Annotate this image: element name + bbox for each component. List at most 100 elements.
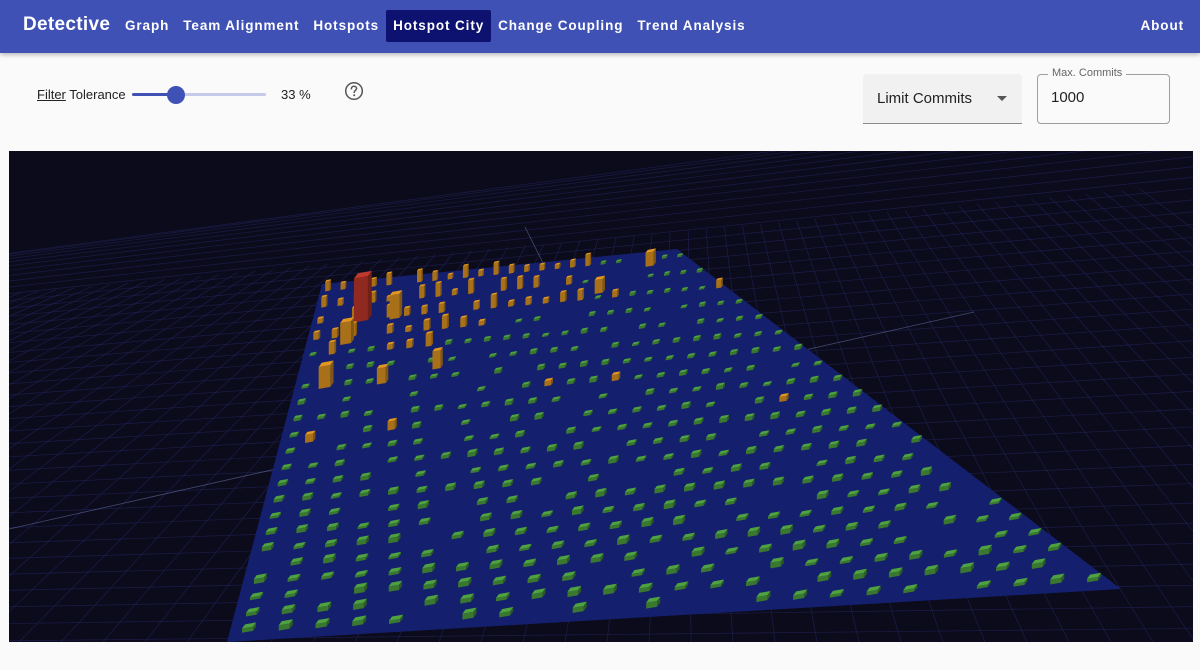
building-front [460, 317, 466, 328]
building-side [447, 313, 449, 329]
max-commits-field[interactable]: Max. Commits [1037, 67, 1170, 124]
grid-line [9, 292, 21, 298]
building-front [585, 254, 590, 267]
building-side [522, 274, 524, 289]
building-front [432, 350, 441, 370]
building-side [440, 347, 443, 369]
building-front [612, 290, 618, 298]
building-side [326, 294, 328, 307]
limit-commits-select[interactable]: Limit Commits [863, 74, 1022, 124]
building-front [451, 289, 457, 296]
building-front [500, 278, 506, 292]
building-front [525, 297, 531, 306]
building-side [329, 279, 332, 291]
building-front [716, 279, 722, 289]
building-front [462, 265, 468, 279]
app-title[interactable]: Detective [23, 14, 110, 36]
building-front [317, 318, 323, 324]
filter-label-rest: Tolerance [65, 87, 126, 102]
building-front [419, 285, 425, 299]
building-front [508, 265, 514, 274]
building-front [423, 319, 430, 331]
building-side [334, 339, 337, 354]
grid-line [9, 151, 960, 267]
building-front [406, 340, 413, 349]
nav-about[interactable]: About [1141, 10, 1184, 42]
building-side [390, 271, 393, 285]
building-front [594, 278, 603, 295]
nav-graph[interactable]: Graph [118, 10, 176, 42]
building-front [305, 433, 314, 443]
building-front [425, 333, 432, 347]
building-side [495, 292, 498, 308]
building-side [330, 360, 334, 387]
building-front [539, 264, 545, 271]
building-front [508, 301, 514, 307]
building-front [577, 289, 583, 301]
building-side [375, 290, 377, 303]
building-front [468, 279, 474, 295]
grid-line [9, 274, 219, 400]
help-circle-icon[interactable] [344, 81, 364, 101]
grid-line [9, 272, 237, 415]
hotspot-city-canvas[interactable] [9, 151, 1193, 642]
building-side [350, 317, 354, 344]
building-front [353, 276, 368, 323]
building-front [313, 332, 319, 341]
nav-trend-analysis[interactable]: Trend Analysis [630, 10, 752, 42]
nav-hotspot-city[interactable]: Hotspot City [386, 10, 492, 42]
building-side [505, 276, 508, 291]
nav-hotspots[interactable]: Hotspots [306, 10, 386, 42]
building-front [328, 341, 335, 355]
building-side [538, 274, 540, 288]
building-front [321, 296, 327, 308]
grid-line [1121, 190, 1193, 247]
building-side [582, 287, 585, 300]
building-front [533, 276, 539, 289]
building-front [386, 273, 391, 286]
building-front [386, 343, 393, 350]
building-front [371, 278, 376, 287]
tolerance-slider[interactable] [132, 85, 266, 105]
building-front [554, 264, 560, 270]
building-front [403, 307, 410, 317]
building-front [560, 291, 566, 303]
max-commits-input[interactable] [1051, 89, 1156, 106]
filter-tolerance-label: Filter Tolerance [37, 87, 126, 102]
building-front [386, 324, 393, 334]
building-front [570, 260, 575, 268]
building-front [337, 299, 343, 307]
building-side [431, 330, 434, 346]
building-front [611, 373, 619, 382]
building-front [490, 294, 496, 309]
main-nav: Graph Team Alignment Hotspots Hotspot Ci… [118, 10, 753, 42]
building-side [421, 268, 423, 282]
grid-line [1139, 188, 1193, 230]
building-front [435, 282, 441, 298]
slider-thumb[interactable] [167, 86, 185, 104]
building-side [367, 270, 372, 321]
building-front [542, 298, 548, 304]
tolerance-value: 33 % [281, 87, 311, 102]
nav-team-alignment[interactable]: Team Alignment [176, 10, 306, 42]
building-front [517, 276, 523, 290]
dropdown-caret-icon [997, 96, 1007, 101]
building-side [473, 277, 475, 294]
building-front [376, 366, 386, 385]
building-front [441, 315, 448, 330]
building-front [447, 274, 453, 280]
building-front [432, 271, 437, 282]
building-side [385, 363, 389, 383]
building-front [340, 321, 351, 345]
building-front [478, 270, 483, 277]
building-side [498, 260, 500, 275]
building-front [318, 364, 331, 389]
building-front [438, 303, 444, 314]
building-side [436, 269, 439, 281]
building-side [467, 263, 469, 278]
grid-line [9, 151, 1020, 271]
building-front [645, 251, 654, 267]
nav-change-coupling[interactable]: Change Coupling [491, 10, 630, 42]
filter-label-underlined: Filter [37, 87, 66, 102]
building-front [473, 301, 479, 311]
